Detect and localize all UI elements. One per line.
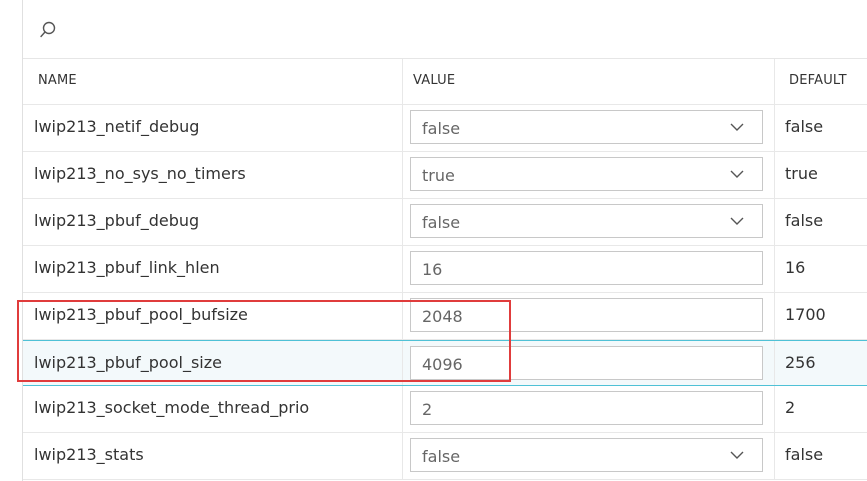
table-header: NAME VALUE DEFAULT (23, 59, 867, 105)
chevron-down-icon[interactable] (730, 450, 744, 460)
value-text: true (422, 166, 455, 185)
column-divider (402, 199, 403, 245)
table-row[interactable]: lwip213_no_sys_no_timers true true (23, 152, 867, 199)
column-divider (402, 386, 403, 432)
value-text[interactable]: 2 (422, 400, 432, 419)
property-name: lwip213_pbuf_pool_bufsize (34, 305, 248, 324)
value-text[interactable]: 4096 (422, 355, 463, 374)
column-header-value[interactable]: VALUE (413, 73, 455, 88)
property-name: lwip213_netif_debug (34, 117, 200, 136)
chevron-down-icon[interactable] (730, 122, 744, 132)
table-row-selected[interactable]: lwip213_pbuf_pool_size 4096 256 (23, 340, 867, 386)
column-divider (774, 386, 775, 432)
column-divider (774, 105, 775, 151)
value-dropdown[interactable]: false (410, 110, 763, 144)
value-dropdown[interactable]: false (410, 204, 763, 238)
value-input[interactable]: 16 (410, 251, 763, 285)
table-row[interactable]: lwip213_socket_mode_thread_prio 2 2 (23, 386, 867, 433)
table-row[interactable]: lwip213_stats false false (23, 433, 867, 480)
column-divider (774, 341, 775, 385)
chevron-down-icon[interactable] (730, 169, 744, 179)
column-divider (774, 293, 775, 339)
value-text: false (422, 213, 461, 232)
column-divider (402, 433, 403, 479)
column-header-default[interactable]: DEFAULT (789, 73, 847, 88)
value-dropdown[interactable]: false (410, 438, 763, 472)
value-dropdown[interactable]: true (410, 157, 763, 191)
column-divider (402, 152, 403, 198)
column-header-name[interactable]: NAME (38, 73, 77, 88)
table-row[interactable]: lwip213_pbuf_debug false false (23, 199, 867, 246)
column-divider (402, 293, 403, 339)
default-value: false (785, 445, 824, 464)
property-name: lwip213_stats (34, 445, 144, 464)
value-input[interactable]: 4096 (410, 346, 763, 380)
value-text[interactable]: 16 (422, 260, 442, 279)
default-value: true (785, 164, 818, 183)
search-bar[interactable] (23, 0, 867, 59)
column-divider (402, 59, 403, 104)
column-divider (774, 152, 775, 198)
column-divider (402, 341, 403, 385)
chevron-down-icon[interactable] (730, 216, 744, 226)
default-value: false (785, 117, 824, 136)
column-divider (402, 246, 403, 292)
property-name: lwip213_socket_mode_thread_prio (34, 398, 310, 417)
column-divider (774, 199, 775, 245)
property-name: lwip213_pbuf_link_hlen (34, 258, 220, 277)
default-value: false (785, 211, 824, 230)
column-divider (774, 246, 775, 292)
table-row[interactable]: lwip213_pbuf_pool_bufsize 2048 1700 (23, 293, 867, 340)
value-text[interactable]: 2048 (422, 307, 463, 326)
column-divider (402, 105, 403, 151)
property-name: lwip213_no_sys_no_timers (34, 164, 246, 183)
properties-panel: NAME VALUE DEFAULT lwip213_netif_debug f… (22, 0, 867, 481)
search-icon[interactable] (38, 20, 58, 40)
value-input[interactable]: 2048 (410, 298, 763, 332)
table-row[interactable]: lwip213_netif_debug false false (23, 105, 867, 152)
property-name: lwip213_pbuf_debug (34, 211, 200, 230)
table-row[interactable]: lwip213_pbuf_link_hlen 16 16 (23, 246, 867, 293)
value-text: false (422, 447, 461, 466)
property-name: lwip213_pbuf_pool_size (34, 353, 222, 372)
default-value: 256 (785, 353, 816, 372)
value-text: false (422, 119, 461, 138)
value-input[interactable]: 2 (410, 391, 763, 425)
default-value: 1700 (785, 305, 826, 324)
column-divider (774, 433, 775, 479)
default-value: 2 (785, 398, 796, 417)
column-divider (774, 59, 775, 104)
default-value: 16 (785, 258, 806, 277)
properties-table: NAME VALUE DEFAULT lwip213_netif_debug f… (23, 59, 867, 480)
